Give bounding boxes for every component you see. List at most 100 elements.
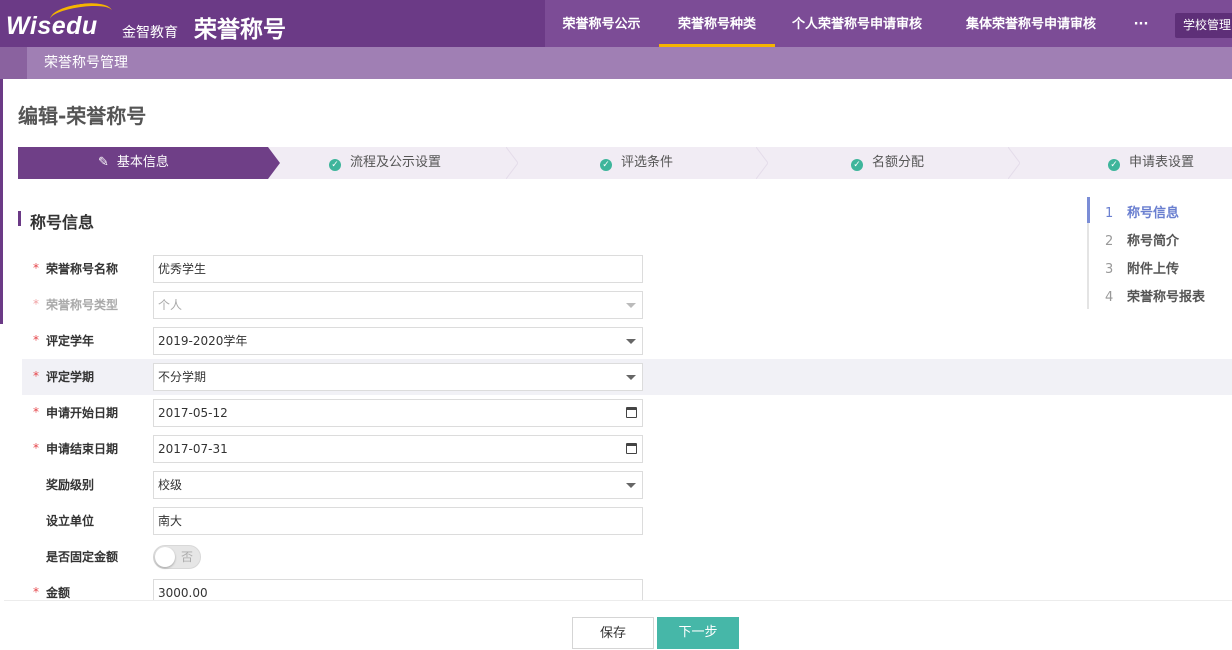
brand-name: 金智教育 <box>122 25 178 41</box>
next-step-button[interactable]: 下一步 <box>657 617 739 649</box>
left-edge-bar <box>0 79 3 324</box>
step-divider <box>756 147 768 179</box>
form-row-semester: * 评定学期 不分学期 <box>22 359 1232 395</box>
fixed-amount-toggle[interactable]: 否 <box>153 545 201 569</box>
nav-item-group-review[interactable]: 集体荣誉称号申请审核 <box>952 0 1110 47</box>
app-title: 荣誉称号 <box>194 17 286 43</box>
step-selection-criteria[interactable]: ✓ 评选条件 <box>600 147 673 179</box>
field-label: 申请结束日期 <box>46 442 119 456</box>
required-mark: * <box>33 585 39 599</box>
required-mark: * <box>33 333 39 347</box>
honor-type-select: 个人 <box>153 291 643 319</box>
chevron-down-icon <box>626 375 636 380</box>
field-label: 是否固定金额 <box>46 550 119 564</box>
required-mark: * <box>33 261 39 275</box>
step-form-settings[interactable]: ✓ 申请表设置 <box>1108 147 1194 179</box>
form-row-end-date: * 申请结束日期 2017-07-31 <box>22 431 1232 467</box>
step-label: 评选条件 <box>621 155 674 170</box>
wisedu-logo: Wisedu <box>6 12 98 40</box>
anchor-label: 称号简介 <box>1127 234 1180 249</box>
chevron-down-icon <box>626 483 636 488</box>
form-row-award-level: 奖励级别 校级 <box>22 467 1232 503</box>
step-divider <box>506 147 518 179</box>
form-row-start-date: * 申请开始日期 2017-05-12 <box>22 395 1232 431</box>
field-label: 荣誉称号名称 <box>46 262 119 276</box>
anchor-number: 2 <box>1105 234 1114 249</box>
top-nav: 荣誉称号公示 荣誉称号种类 个人荣誉称号申请审核 集体荣誉称号申请审核 ··· <box>545 0 1232 47</box>
step-label: 基本信息 <box>116 155 169 170</box>
field-label: 设立单位 <box>46 514 95 528</box>
chevron-down-icon <box>626 339 636 344</box>
form-row-org-unit: 设立单位 南大 <box>22 503 1232 539</box>
nav-item-honor-types[interactable]: 荣誉称号种类 <box>659 0 775 47</box>
academic-year-select[interactable]: 2019-2020学年 <box>153 327 643 355</box>
date-value: 2017-05-12 <box>158 406 228 420</box>
select-value: 2019-2020学年 <box>158 334 248 348</box>
anchor-number: 3 <box>1105 262 1114 277</box>
footer-bar: 保存 下一步 <box>4 600 1232 649</box>
check-circle-icon: ✓ <box>851 159 863 171</box>
required-mark: * <box>33 369 39 383</box>
nav-more-button[interactable]: ··· <box>1123 0 1159 47</box>
page-title: 编辑-荣誉称号 <box>18 104 147 128</box>
pencil-icon: ✎ <box>98 155 109 170</box>
form-row-fixed-amount: 是否固定金额 否 <box>22 539 1232 575</box>
section-anchor-nav: 1 称号信息 2 称号简介 3 附件上传 4 荣誉称号报表 <box>1087 197 1232 309</box>
anchor-label: 附件上传 <box>1127 262 1180 277</box>
check-circle-icon: ✓ <box>1108 159 1120 171</box>
anchor-label: 称号信息 <box>1127 206 1180 221</box>
top-bar: Wisedu 金智教育 荣誉称号 荣誉称号公示 荣誉称号种类 个人荣誉称号申请审… <box>0 0 1232 47</box>
step-arrow <box>268 147 280 179</box>
required-mark: * <box>33 297 39 311</box>
select-value: 个人 <box>158 298 183 312</box>
chevron-down-icon <box>626 303 636 308</box>
nav-item-honor-public[interactable]: 荣誉称号公示 <box>545 0 658 47</box>
anchor-item-attachments[interactable]: 3 附件上传 <box>1105 258 1179 277</box>
check-circle-icon: ✓ <box>600 159 612 171</box>
wizard-steps: ✎ 基本信息 ✓ 流程及公示设置 ✓ 评选条件 ✓ 名额分配 ✓ 申请表设置 <box>18 147 1232 179</box>
step-quota[interactable]: ✓ 名额分配 <box>851 147 924 179</box>
field-label: 奖励级别 <box>46 478 95 492</box>
section-title: 称号信息 <box>30 213 95 232</box>
step-label: 申请表设置 <box>1129 155 1195 170</box>
anchor-item-intro[interactable]: 2 称号简介 <box>1105 230 1179 249</box>
module-label: 荣誉称号管理 <box>44 55 128 71</box>
nav-item-personal-review[interactable]: 个人荣誉称号申请审核 <box>778 0 936 47</box>
anchor-number: 4 <box>1105 290 1114 305</box>
save-button[interactable]: 保存 <box>572 617 654 649</box>
award-level-select[interactable]: 校级 <box>153 471 643 499</box>
field-label: 荣誉称号类型 <box>46 298 119 312</box>
form-row-honor-type: * 荣誉称号类型 个人 <box>22 287 1232 323</box>
form-row-academic-year: * 评定学年 2019-2020学年 <box>22 323 1232 359</box>
required-mark: * <box>33 405 39 419</box>
sub-header: 荣誉称号管理 <box>0 47 1232 79</box>
step-basic-info[interactable]: ✎ 基本信息 <box>18 147 268 179</box>
toggle-knob <box>155 547 175 567</box>
toggle-text: 否 <box>181 550 194 564</box>
date-value: 2017-07-31 <box>158 442 228 456</box>
start-date-input[interactable]: 2017-05-12 <box>153 399 643 427</box>
anchor-number: 1 <box>1105 206 1114 221</box>
honor-name-input[interactable]: 优秀学生 <box>153 255 643 283</box>
step-divider <box>1008 147 1020 179</box>
semester-select[interactable]: 不分学期 <box>153 363 643 391</box>
calendar-icon[interactable] <box>626 407 637 418</box>
form-row-honor-name: * 荣誉称号名称 优秀学生 <box>22 251 1232 287</box>
sub-header-strip <box>0 47 27 79</box>
section-marker <box>18 211 21 226</box>
select-value: 不分学期 <box>158 370 207 384</box>
select-value: 校级 <box>158 478 183 492</box>
field-label: 评定学期 <box>46 370 95 384</box>
end-date-input[interactable]: 2017-07-31 <box>153 435 643 463</box>
anchor-item-report[interactable]: 4 荣誉称号报表 <box>1105 286 1205 305</box>
calendar-icon[interactable] <box>626 443 637 454</box>
field-label: 申请开始日期 <box>46 406 119 420</box>
field-label: 评定学年 <box>46 334 95 348</box>
role-switch-button[interactable]: 学校管理员 <box>1175 13 1232 38</box>
step-label: 流程及公示设置 <box>350 155 442 170</box>
org-unit-input[interactable]: 南大 <box>153 507 643 535</box>
required-mark: * <box>33 441 39 455</box>
step-process-settings[interactable]: ✓ 流程及公示设置 <box>329 147 441 179</box>
step-label: 名额分配 <box>872 155 925 170</box>
anchor-item-honor-info[interactable]: 1 称号信息 <box>1105 202 1179 221</box>
